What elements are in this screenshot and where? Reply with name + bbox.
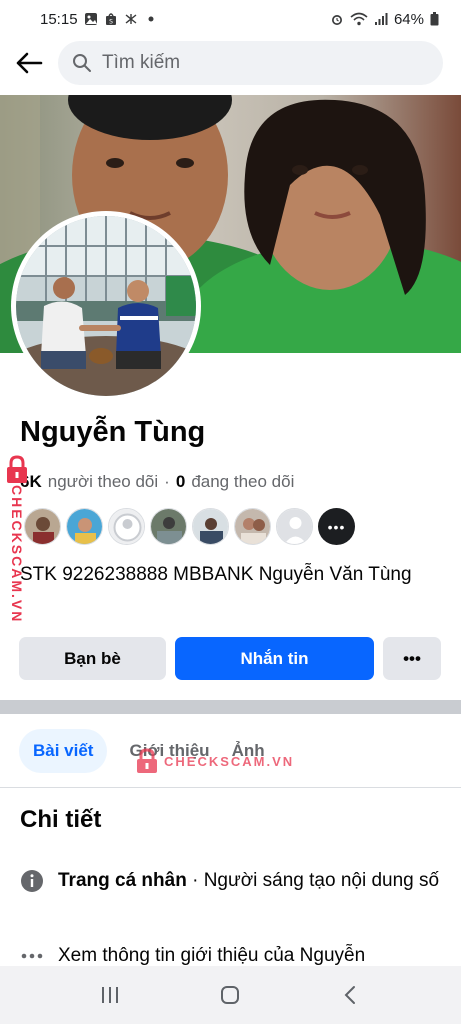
friend-avatar[interactable]: [234, 508, 271, 545]
tabs-divider: [0, 787, 461, 788]
section-divider: [0, 700, 461, 714]
tab-posts[interactable]: Bài viết: [19, 729, 108, 773]
recent-apps-button[interactable]: [95, 980, 125, 1010]
gallery-icon: [84, 13, 97, 25]
back-button[interactable]: [14, 48, 44, 78]
recent-apps-icon: [102, 987, 119, 1003]
mutual-friends-row: •••: [24, 508, 355, 545]
signal-icon: [374, 13, 388, 25]
friends-button-label: Bạn bè: [64, 648, 121, 668]
system-back-button[interactable]: [336, 980, 366, 1010]
friends-button[interactable]: Bạn bè: [19, 637, 166, 680]
battery-icon: [430, 12, 439, 26]
svg-text:S: S: [109, 19, 113, 26]
more-options-button[interactable]: •••: [383, 637, 441, 680]
status-bar: 15:15 S 64%: [0, 0, 461, 38]
following-label[interactable]: đang theo dõi: [191, 472, 294, 492]
message-button[interactable]: Nhắn tin: [175, 637, 374, 680]
search-placeholder: Tìm kiếm: [102, 52, 181, 73]
detail-description: · Người sáng tạo nội dung số: [186, 870, 440, 891]
wifi-icon: [350, 12, 368, 26]
home-button[interactable]: [215, 980, 245, 1010]
friend-avatar[interactable]: [66, 508, 103, 545]
status-left: 15:15 S: [40, 11, 158, 28]
status-time: 15:15: [40, 10, 78, 28]
search-input[interactable]: Tìm kiếm: [58, 41, 443, 85]
detail-text: Trang cá nhân · Người sáng tạo nội dung …: [58, 867, 439, 895]
chevron-left-icon: [344, 986, 355, 1004]
avatar-image: [16, 216, 196, 396]
more-friends-button[interactable]: •••: [318, 508, 355, 545]
watermark-lock-icon: [137, 748, 157, 773]
alarm-icon: [331, 15, 342, 25]
profile-name: Nguyễn Tùng: [20, 416, 206, 448]
home-icon: [221, 986, 240, 1004]
more-dots-icon: [20, 944, 44, 968]
friend-avatar-default[interactable]: [108, 508, 145, 545]
message-button-label: Nhắn tin: [240, 648, 309, 668]
followers-label[interactable]: người theo dõi: [48, 472, 158, 492]
watermark-center: CHECKSCAM.VN: [136, 748, 294, 774]
stats-separator: ·: [164, 472, 170, 491]
profile-actions: Bạn bè Nhắn tin •••: [19, 637, 442, 680]
top-bar: Tìm kiếm: [0, 38, 461, 88]
battery-percent: 64%: [393, 10, 424, 28]
system-nav-bar: [0, 966, 461, 1024]
profile-bio: STK 9226238888 MBBANK Nguyễn Văn Tùng: [20, 564, 412, 585]
more-options-label: •••: [403, 648, 421, 668]
friend-avatar-default[interactable]: [276, 508, 313, 545]
detail-row-profile-type: Trang cá nhân · Người sáng tạo nội dung …: [20, 867, 440, 895]
cast-icon: [125, 14, 136, 24]
watermark-lock-icon: [7, 455, 27, 483]
detail-description: Xem thông tin giới thiệu của Nguyễn: [58, 945, 366, 966]
friend-avatar[interactable]: [150, 508, 187, 545]
shop-icon: S: [105, 13, 116, 26]
info-icon: [20, 869, 44, 893]
details-title: Chi tiết: [20, 806, 102, 833]
profile-avatar[interactable]: [11, 211, 201, 401]
avatar: [16, 216, 196, 396]
watermark-vertical: CHECKSCAM.VN: [4, 455, 30, 623]
watermark-brand: CHECKSCAM.VN: [9, 485, 25, 624]
watermark-brand: CHECKSCAM.VN: [164, 753, 295, 769]
follow-stats: 6K người theo dõi · 0 đang theo dõi: [20, 472, 294, 492]
back-arrow-icon: [16, 52, 43, 74]
dot-icon: [148, 16, 154, 22]
following-count[interactable]: 0: [176, 472, 185, 492]
friend-avatar[interactable]: [192, 508, 229, 545]
status-right: 64%: [330, 11, 439, 28]
detail-bold: Trang cá nhân: [58, 870, 187, 891]
search-icon: [73, 54, 91, 72]
